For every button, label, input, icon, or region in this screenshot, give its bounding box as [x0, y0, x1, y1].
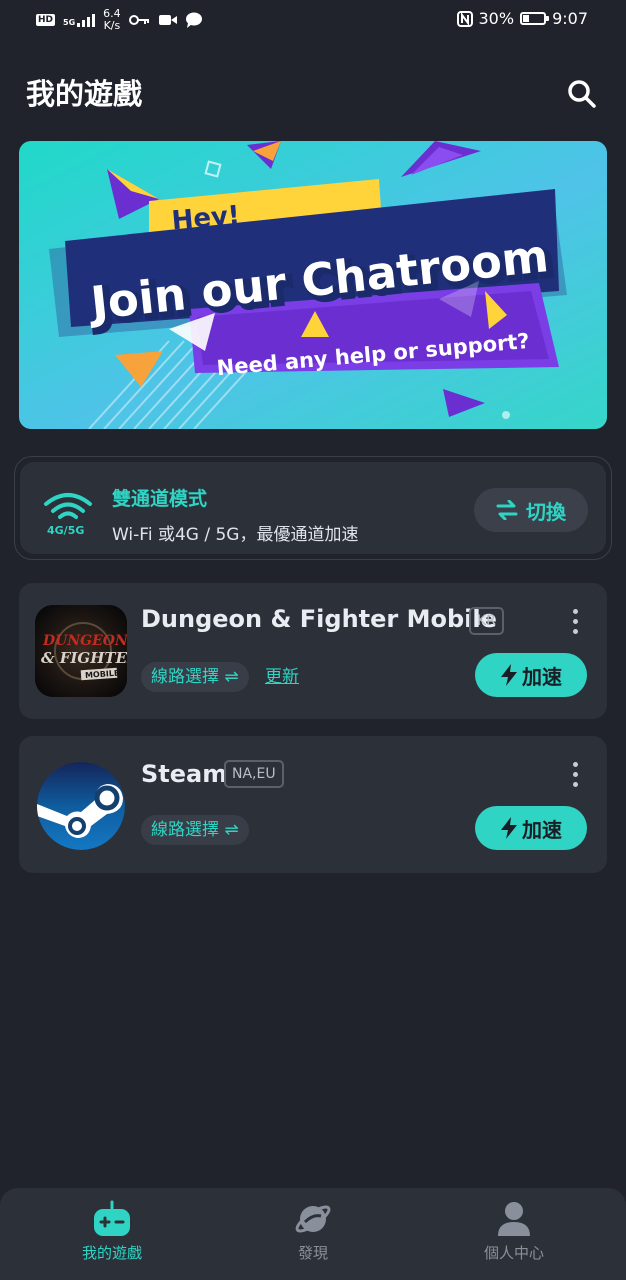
planet-icon	[295, 1205, 331, 1233]
update-link[interactable]: 更新	[265, 662, 299, 692]
dual-channel-card: 4G/5G 雙通道模式 Wi-Fi 或4G / 5G，最優通道加速 切換	[14, 456, 612, 560]
more-options-icon[interactable]	[573, 609, 579, 639]
region-badge: NA,EU	[224, 760, 284, 788]
page-title: 我的遊戲	[26, 77, 143, 111]
region-badge: KR	[469, 607, 504, 635]
dnf-game-icon: DUNGEON & FIGHTER MOBILE	[35, 605, 127, 697]
svg-text:& FIGHTER: & FIGHTER	[41, 649, 127, 667]
tab-label: 我的遊戲	[81, 1244, 142, 1262]
switch-label: 切換	[526, 499, 566, 524]
nfc-icon	[456, 10, 473, 27]
game-name: Steam	[141, 760, 228, 788]
hd-badge: HD	[36, 14, 56, 26]
game-card-dnf[interactable]: DUNGEON & FIGHTER MOBILE Dungeon & Fight…	[19, 583, 607, 719]
dual-channel-description: Wi-Fi 或4G / 5G，最優通道加速	[112, 525, 359, 545]
clock: 9:07	[552, 9, 588, 28]
person-icon	[498, 1202, 530, 1236]
tab-my-games[interactable]: 我的遊戲	[8, 1188, 216, 1280]
network-speed: 6.4 K/s	[103, 7, 121, 32]
steam-icon	[37, 762, 125, 850]
game-card-steam[interactable]: Steam NA,EU 線路選擇 ⇌ 加速	[19, 736, 607, 873]
boost-button[interactable]: 加速	[475, 806, 587, 850]
battery-icon	[520, 12, 550, 25]
route-select-button[interactable]: 線路選擇 ⇌	[141, 662, 249, 692]
svg-text:DUNGEON: DUNGEON	[42, 633, 127, 649]
banner-hey: Hey!	[170, 201, 241, 237]
dual-channel-inner: 4G/5G 雙通道模式 Wi-Fi 或4G / 5G，最優通道加速 切換	[20, 462, 606, 554]
battery-percent: 30%	[478, 9, 515, 28]
swap-icon	[496, 500, 518, 520]
banner-artwork: Hey! Join our Chatroom Join our Chatroom…	[19, 141, 607, 429]
chatroom-banner[interactable]: Hey! Join our Chatroom Join our Chatroom…	[19, 141, 607, 429]
header: 我的遊戲	[26, 72, 600, 116]
tab-label: 發現	[297, 1244, 328, 1262]
boost-button[interactable]: 加速	[475, 653, 587, 697]
search-icon	[568, 80, 596, 108]
lightning-icon	[501, 817, 517, 839]
key-icon	[128, 15, 149, 25]
game-name: Dungeon & Fighter Mobile	[141, 605, 497, 633]
signal-icon: 5G	[63, 13, 96, 27]
dual-channel-title: 雙通道模式	[112, 488, 208, 510]
route-select-button[interactable]: 線路選擇 ⇌	[141, 815, 249, 845]
gamepad-icon	[94, 1200, 130, 1236]
switch-button[interactable]: 切換	[474, 488, 588, 532]
bottom-tab-bar: 我的遊戲 發現 個人中心	[0, 1188, 626, 1280]
status-bar: HD 5G 6.4 K/s 30% 9:07	[0, 0, 626, 40]
status-right: 30% 9:07	[456, 9, 588, 28]
message-icon	[185, 12, 202, 28]
search-button[interactable]	[564, 76, 600, 112]
video-icon	[158, 15, 177, 25]
tab-label: 個人中心	[483, 1244, 544, 1262]
status-left: HD 5G 6.4 K/s	[36, 8, 203, 32]
lightning-icon	[501, 664, 517, 686]
wifi-tag: 4G/5G	[47, 524, 85, 537]
tab-discover[interactable]: 發現	[209, 1188, 417, 1280]
more-options-icon[interactable]	[573, 762, 579, 792]
tab-profile[interactable]: 個人中心	[410, 1188, 618, 1280]
